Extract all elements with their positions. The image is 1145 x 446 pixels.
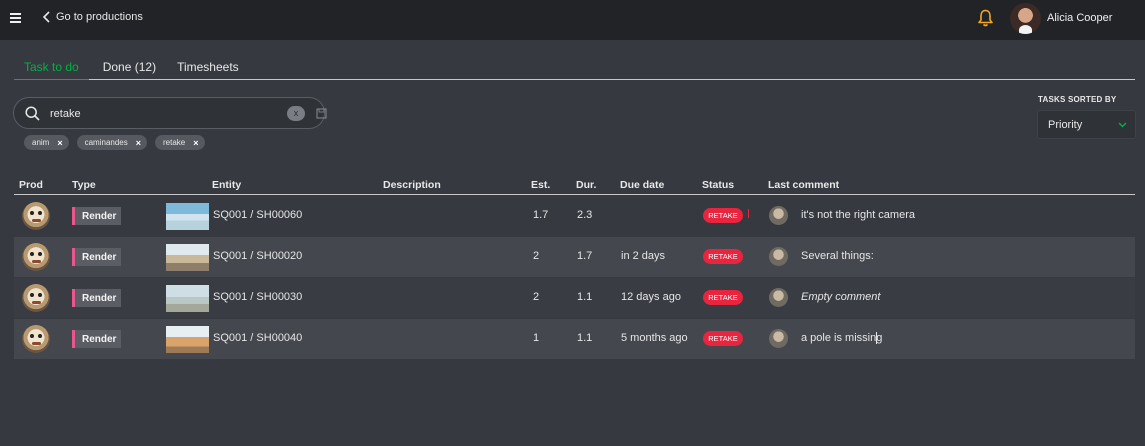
filter-chips: anim × caminandes × retake ×: [24, 135, 205, 150]
comment-author-avatar: [769, 288, 788, 307]
due-date-cell: 12 days ago: [621, 291, 681, 303]
filter-chip: anim ×: [24, 135, 69, 150]
estimation-cell: 1: [533, 332, 540, 344]
tab-done[interactable]: Done (12): [89, 56, 167, 80]
last-comment-text[interactable]: Empty comment: [801, 291, 880, 303]
entity-name[interactable]: SQ001 / SH00020: [213, 250, 302, 262]
filter-chip-label: retake: [163, 138, 186, 147]
column-header-type[interactable]: Type: [72, 179, 96, 191]
search-icon: [25, 106, 40, 121]
tab-bar: Task to do Done (12) Timesheets: [14, 56, 1135, 80]
chevron-left-icon: [43, 11, 50, 23]
duration-cell: 1.1: [577, 291, 593, 303]
status-marker: [748, 209, 749, 218]
due-date-cell: in 2 days: [621, 250, 666, 262]
comment-author-avatar: [769, 247, 788, 266]
entity-thumbnail[interactable]: [166, 244, 209, 271]
column-header-prod[interactable]: Prod: [19, 179, 43, 191]
search-box: x: [13, 97, 327, 129]
menu-icon[interactable]: [10, 13, 21, 24]
production-avatar: [22, 202, 50, 230]
remove-filter-icon[interactable]: ×: [57, 138, 62, 148]
duration-cell: 1.7: [577, 250, 593, 262]
task-type-tag: Render: [72, 330, 121, 348]
search-input[interactable]: [50, 105, 250, 122]
task-type-tag: Render: [72, 289, 121, 307]
estimation-cell: 2: [533, 250, 540, 262]
column-header-dur[interactable]: Dur.: [576, 179, 596, 191]
top-bar: Go to productions Alicia Cooper: [0, 0, 1145, 40]
table-row[interactable]: Render SQ001 / SH00060 1.7 2.3 RETAKE it…: [14, 196, 1135, 236]
back-to-productions-link[interactable]: Go to productions: [43, 11, 143, 23]
sort-select[interactable]: Priority: [1037, 110, 1136, 139]
production-avatar: [22, 284, 50, 312]
filter-chip-label: anim: [32, 138, 50, 147]
bell-icon[interactable]: [977, 9, 994, 27]
table-row[interactable]: Render SQ001 / SH00030 2 1.1 12 days ago…: [14, 278, 1135, 318]
last-comment-text[interactable]: a pole is missing: [801, 332, 882, 344]
task-type-tag: Render: [72, 207, 121, 225]
entity-name[interactable]: SQ001 / SH00040: [213, 332, 302, 344]
sort-value: Priority: [1048, 119, 1083, 131]
entity-thumbnail[interactable]: [166, 203, 209, 230]
tab-task-to-do[interactable]: Task to do: [14, 56, 89, 80]
filter-chip: caminandes ×: [76, 135, 148, 150]
last-comment-text[interactable]: Several things:: [801, 250, 874, 262]
status-badge[interactable]: RETAKE: [703, 290, 743, 305]
save-icon[interactable]: [316, 108, 327, 119]
entity-thumbnail[interactable]: [166, 285, 209, 312]
comment-author-avatar: [769, 329, 788, 348]
user-name[interactable]: Alicia Cooper: [1047, 12, 1112, 24]
column-header-last-comment[interactable]: Last comment: [768, 179, 839, 191]
column-header-entity[interactable]: Entity: [212, 179, 241, 191]
production-avatar: [22, 243, 50, 271]
tab-timesheets[interactable]: Timesheets: [167, 56, 249, 80]
production-avatar: [22, 325, 50, 353]
due-date-cell: 5 months ago: [621, 332, 688, 344]
chevron-down-icon: [1118, 122, 1127, 128]
entity-name[interactable]: SQ001 / SH00030: [213, 291, 302, 303]
task-type-tag: Render: [72, 248, 121, 266]
column-header-description[interactable]: Description: [383, 179, 441, 191]
back-link-label: Go to productions: [56, 11, 143, 23]
estimation-cell: 2: [533, 291, 540, 303]
status-badge[interactable]: RETAKE: [703, 331, 743, 346]
comment-author-avatar: [769, 206, 788, 225]
sort-label: TASKS SORTED BY: [1038, 95, 1117, 104]
duration-cell: 1.1: [577, 332, 593, 344]
filter-chip-label: caminandes: [84, 138, 128, 147]
text-cursor: [876, 332, 877, 344]
column-header-status[interactable]: Status: [702, 179, 734, 191]
column-header-est[interactable]: Est.: [531, 179, 550, 191]
entity-thumbnail[interactable]: [166, 326, 209, 353]
clear-search-button[interactable]: x: [287, 106, 305, 121]
table-row[interactable]: Render SQ001 / SH00040 1 1.1 5 months ag…: [14, 319, 1135, 359]
entity-name[interactable]: SQ001 / SH00060: [213, 209, 302, 221]
estimation-cell: 1.7: [533, 209, 549, 221]
filter-chip: retake ×: [155, 135, 205, 150]
duration-cell: 2.3: [577, 209, 593, 221]
status-badge[interactable]: RETAKE: [703, 208, 743, 223]
user-avatar[interactable]: [1010, 3, 1041, 34]
column-header-due-date[interactable]: Due date: [620, 179, 664, 191]
table-header: Prod Type Entity Description Est. Dur. D…: [14, 176, 1135, 195]
last-comment-text[interactable]: it's not the right camera: [801, 209, 915, 221]
status-badge[interactable]: RETAKE: [703, 249, 743, 264]
remove-filter-icon[interactable]: ×: [136, 138, 141, 148]
table-row[interactable]: Render SQ001 / SH00020 2 1.7 in 2 days R…: [14, 237, 1135, 277]
remove-filter-icon[interactable]: ×: [193, 138, 198, 148]
